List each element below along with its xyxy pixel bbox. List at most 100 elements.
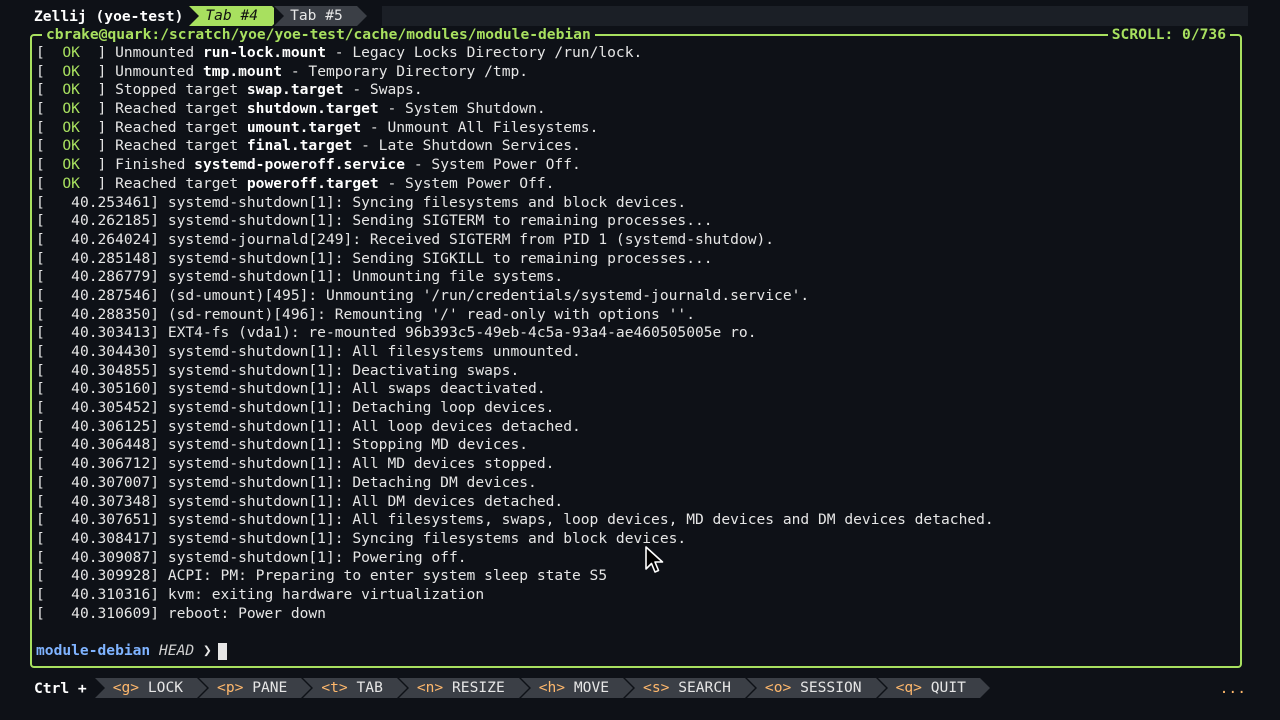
log-text: Unmounted — [115, 62, 203, 80]
log-message: systemd-shutdown[1]: Detaching DM device… — [167, 473, 537, 491]
ok-status: OK — [62, 81, 80, 99]
log-timestamp: 40.286779 — [71, 268, 151, 286]
modifier-label: Ctrl + — [34, 679, 87, 697]
shortcut-pane[interactable]: <p> PANE — [199, 678, 312, 698]
shortcut-session[interactable]: <o> SESSION — [746, 678, 886, 698]
terminal-pane[interactable]: cbrake@quark:/scratch/yoe/yoe-test/cache… — [30, 26, 1242, 668]
log-line: [ 40.287546] (sd-umount)[495]: Unmountin… — [36, 286, 810, 304]
ok-status: OK — [62, 62, 80, 80]
pane-title: cbrake@quark:/scratch/yoe/yoe-test/cache… — [42, 26, 595, 44]
log-timestamp: 40.306125 — [71, 417, 151, 435]
log-line: [ OK ] Reached target umount.target - Un… — [36, 118, 599, 136]
unit-name: run-lock.mount — [202, 44, 326, 61]
ok-status: OK — [62, 44, 80, 61]
log-line: [ 40.306712] systemd-shutdown[1]: All MD… — [36, 455, 555, 473]
shortcut-resize[interactable]: <n> RESIZE — [398, 678, 529, 698]
log-message: systemd-shutdown[1]: Powering off. — [167, 548, 467, 566]
log-message: systemd-shutdown[1]: All swaps deactivat… — [167, 380, 546, 398]
log-timestamp: 40.309928 — [71, 567, 151, 585]
unit-name: swap.target — [246, 81, 344, 99]
log-line: [ OK ] Unmounted tmp.mount - Temporary D… — [36, 62, 529, 80]
log-timestamp: 40.305160 — [71, 380, 151, 398]
log-text: - Legacy Locks Directory /run/lock. — [325, 44, 643, 61]
log-text: Reached target — [115, 100, 247, 118]
shortcut-key: <q> — [895, 679, 922, 696]
log-line: [ OK ] Reached target poweroff.target - … — [36, 174, 555, 192]
log-message: systemd-shutdown[1]: All MD devices stop… — [167, 455, 555, 473]
tab-4[interactable]: Tab #4 — [189, 6, 282, 26]
log-line: [ 40.305160] systemd-shutdown[1]: All sw… — [36, 380, 546, 398]
log-message: (sd-remount)[496]: Remounting '/' read-o… — [167, 305, 695, 323]
log-line: [ 40.303413] EXT4-fs (vda1): re-mounted … — [36, 324, 757, 342]
log-text: Stopped target — [115, 81, 247, 99]
unit-name: umount.target — [246, 118, 362, 136]
log-line: [ 40.304855] systemd-shutdown[1]: Deacti… — [36, 361, 520, 379]
shortcut-label: QUIT — [930, 679, 966, 696]
shortcut-label: TAB — [356, 679, 383, 696]
log-timestamp: 40.307348 — [71, 492, 151, 510]
log-message: reboot: Power down — [167, 604, 326, 622]
log-line: [ OK ] Reached target final.target - Lat… — [36, 137, 581, 155]
log-line: [ 40.253461] systemd-shutdown[1]: Syncin… — [36, 193, 687, 211]
log-timestamp: 40.309087 — [71, 548, 151, 566]
log-timestamp: 40.264024 — [71, 230, 151, 248]
ok-status: OK — [62, 118, 80, 136]
log-message: systemd-shutdown[1]: All loop devices de… — [167, 417, 581, 435]
log-text: Reached target — [115, 137, 247, 155]
status-bar: Ctrl + <g> LOCK <p> PANE <t> TAB <n> RESIZE… — [28, 678, 1252, 698]
shortcut-move[interactable]: <h> MOVE — [520, 678, 634, 698]
shortcut-tab[interactable]: <t> TAB — [303, 678, 407, 698]
log-timestamp: 40.310609 — [71, 604, 151, 622]
shell-prompt[interactable]: module-debian HEAD ❯ — [36, 642, 227, 660]
log-message: ACPI: PM: Preparing to enter system slee… — [167, 567, 608, 585]
log-text: - Swaps. — [343, 81, 423, 99]
text-cursor — [217, 642, 227, 660]
shortcut-key: <p> — [217, 679, 244, 696]
log-line: [ 40.262185] systemd-shutdown[1]: Sendin… — [36, 212, 713, 230]
log-text: - Late Shutdown Services. — [352, 137, 581, 155]
log-message: systemd-shutdown[1]: Sending SIGTERM to … — [167, 212, 713, 230]
shortcut-key: <n> — [416, 679, 444, 696]
log-message: systemd-shutdown[1]: Syncing filesystems… — [167, 193, 687, 211]
tab-5[interactable]: Tab #5 — [274, 6, 367, 26]
prompt-arrow: ❯ — [202, 642, 212, 659]
log-text: - Unmount All Filesystems. — [361, 118, 599, 136]
terminal-output: [ OK ] Unmounted run-lock.mount - Legacy… — [36, 44, 1236, 623]
log-text: - System Power Off. — [405, 156, 581, 174]
shortcut-key: <o> — [764, 679, 792, 696]
log-text: Reached target — [115, 118, 247, 136]
log-timestamp: 40.306448 — [71, 436, 151, 454]
ok-status: OK — [62, 137, 80, 155]
shortcut-search[interactable]: <s> SEARCH — [625, 678, 755, 698]
log-line: [ 40.306448] systemd-shutdown[1]: Stoppi… — [36, 436, 529, 454]
shortcut-key: <h> — [538, 679, 566, 696]
unit-name: systemd-poweroff.service — [194, 156, 406, 174]
log-line: [ 40.286779] systemd-shutdown[1]: Unmoun… — [36, 268, 564, 286]
ok-status: OK — [62, 100, 80, 118]
log-text: Finished — [115, 156, 195, 174]
log-message: systemd-shutdown[1]: All filesystems unm… — [167, 343, 581, 360]
log-line: [ OK ] Stopped target swap.target - Swap… — [36, 81, 423, 99]
shortcut-quit[interactable]: <q> QUIT — [877, 678, 991, 698]
log-text: Unmounted — [115, 44, 203, 61]
tab-bar: Zellij (yoe-test) Tab #4 Tab #5 — [28, 6, 367, 26]
log-timestamp: 40.307007 — [71, 473, 151, 491]
shortcut-label: MOVE — [573, 679, 610, 696]
log-timestamp: 40.304430 — [71, 343, 151, 360]
prompt-directory: module-debian — [36, 642, 151, 659]
log-timestamp: 40.287546 — [71, 286, 151, 304]
log-timestamp: 40.306712 — [71, 455, 151, 473]
shortcut-lock[interactable]: <g> LOCK — [94, 678, 208, 698]
log-line: [ OK ] Reached target shutdown.target - … — [36, 100, 546, 118]
session-name: Zellij (yoe-test) — [28, 7, 190, 25]
log-timestamp: 40.307651 — [71, 511, 151, 529]
log-line: [ 40.307007] systemd-shutdown[1]: Detach… — [36, 473, 537, 491]
log-line: [ 40.310609] reboot: Power down — [36, 604, 326, 622]
shortcut-label: PANE — [252, 679, 288, 696]
log-timestamp: 40.305452 — [71, 399, 151, 417]
log-message: systemd-shutdown[1]: All DM devices deta… — [167, 492, 564, 510]
log-message: systemd-shutdown[1]: Deactivating swaps. — [167, 361, 520, 379]
shortcut-label: RESIZE — [452, 679, 505, 696]
log-line: [ 40.307651] systemd-shutdown[1]: All fi… — [36, 511, 994, 529]
log-message: systemd-journald[249]: Received SIGTERM … — [167, 230, 775, 248]
